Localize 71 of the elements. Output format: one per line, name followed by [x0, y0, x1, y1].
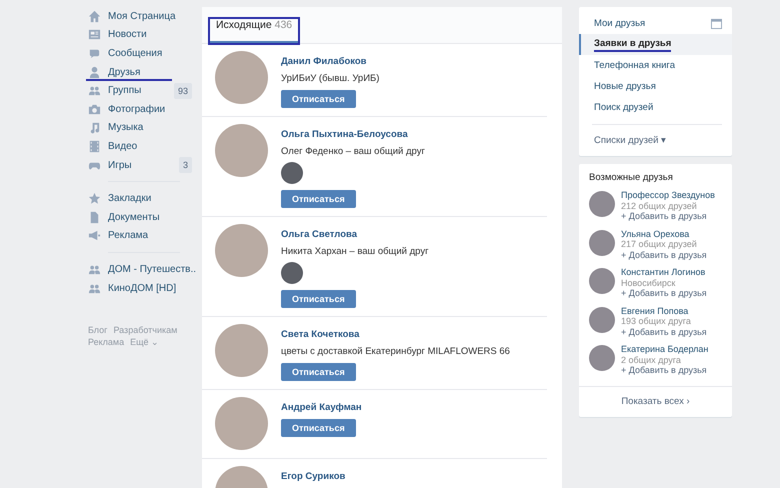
camera-icon	[88, 102, 101, 116]
avatar	[589, 230, 615, 256]
add-friend-link[interactable]: + Добавить в друзья	[621, 326, 707, 337]
person-info: 193 общих друга	[621, 316, 692, 326]
tab[interactable]: Исходящие 436	[210, 19, 298, 43]
avatar	[589, 191, 615, 217]
megaphone-icon	[88, 229, 101, 242]
person-name[interactable]: Ольга Пыхтина-Белоусова	[281, 129, 408, 140]
news-icon	[88, 28, 101, 42]
unsubscribe-button[interactable]: Отписаться	[281, 363, 356, 381]
person-info: цветы с доставкой Екатеринбург MILAFLOWERS 66	[281, 346, 510, 357]
nav-item[interactable]: Игры 3	[88, 156, 192, 174]
nav-item[interactable]: Друзья	[88, 62, 192, 82]
person-info: 212 общих друзей	[621, 200, 698, 211]
person-info: Олег Феденко – ваш общий друг	[281, 146, 425, 157]
show-all-link[interactable]: Показать всех ›	[579, 386, 732, 416]
nav-item[interactable]: Реклама	[88, 226, 192, 246]
person-info: Новосибирск	[621, 278, 676, 288]
unsubscribe-button[interactable]: Отписаться	[281, 419, 356, 437]
person-name[interactable]: Евгения Попова	[621, 306, 707, 316]
nav-item[interactable]: Закладки	[88, 189, 192, 208]
nav-item[interactable]: Документы	[88, 208, 192, 227]
nav-item[interactable]: Группы 93	[88, 81, 192, 100]
music-icon	[88, 121, 101, 134]
nav-item[interactable]: Моя Страница	[88, 7, 192, 26]
doc-icon	[88, 210, 101, 224]
count-badge: 93	[174, 82, 192, 99]
menu-item[interactable]: Телефонная книга	[579, 55, 732, 76]
video-icon	[88, 140, 101, 153]
person-name[interactable]: Ольга Светлова	[281, 229, 357, 240]
person-info: Никита Хархан – ваш общий друг	[281, 246, 429, 257]
person-name[interactable]: Света Кочеткова	[281, 329, 360, 340]
person-icon	[88, 66, 101, 79]
person-name[interactable]: Ульяна Орехова	[621, 228, 707, 239]
person-name[interactable]: Андрей Кауфман	[281, 402, 362, 413]
nav-item[interactable]: Музыка	[88, 118, 192, 138]
person-name[interactable]: Константин Логинов	[621, 267, 707, 278]
nav-item[interactable]: Фотографии	[88, 100, 192, 119]
mutual-friend-avatar[interactable]	[281, 162, 303, 184]
section-title: Возможные друзья	[588, 172, 674, 183]
nav-item[interactable]: КиноДОМ [HD]	[88, 278, 192, 298]
unsubscribe-button[interactable]: Отписаться	[281, 90, 356, 108]
avatar	[589, 306, 615, 332]
person-name[interactable]: Егор Суриков	[281, 471, 346, 482]
add-friend-link[interactable]: + Добавить в друзья	[621, 288, 707, 298]
person-name[interactable]: Данил Филабоков	[281, 56, 367, 67]
nav-item[interactable]: Новости	[88, 26, 192, 44]
avatar	[589, 268, 615, 294]
person-name[interactable]: Екатерина Бодерлан	[621, 344, 708, 354]
menu-item[interactable]: Поиск друзей	[579, 97, 732, 118]
nav-item[interactable]: Видео	[88, 137, 192, 156]
friend-lists-link[interactable]: Списки друзей ▾	[579, 129, 732, 150]
menu-item[interactable]: Мои друзья	[579, 13, 732, 34]
mutual-friend-avatar[interactable]	[281, 262, 303, 284]
people-icon	[88, 84, 101, 98]
add-friend-link[interactable]: + Добавить в друзья	[621, 250, 707, 260]
person-info: УрИБиУ (бывш. УрИБ)	[281, 73, 380, 84]
nav-item[interactable]: Сообщения	[88, 44, 192, 63]
unsubscribe-button[interactable]: Отписаться	[281, 190, 356, 208]
person-info: 217 общих друзей	[621, 239, 698, 250]
person-info: 2 общих друга	[621, 354, 682, 365]
avatar	[589, 345, 615, 371]
menu-item[interactable]: Заявки в друзья	[579, 34, 732, 55]
unsubscribe-button[interactable]: Отписаться	[281, 290, 356, 308]
person-name[interactable]: Профессор Звездунов	[621, 190, 715, 200]
add-friend-link[interactable]: + Добавить в друзья	[621, 211, 715, 222]
count-badge: 3	[178, 157, 192, 174]
menu-item[interactable]: Новые друзья	[579, 76, 732, 97]
home-icon	[88, 10, 101, 23]
add-friend-link[interactable]: + Добавить в друзья	[621, 365, 708, 376]
star-icon	[88, 192, 101, 206]
